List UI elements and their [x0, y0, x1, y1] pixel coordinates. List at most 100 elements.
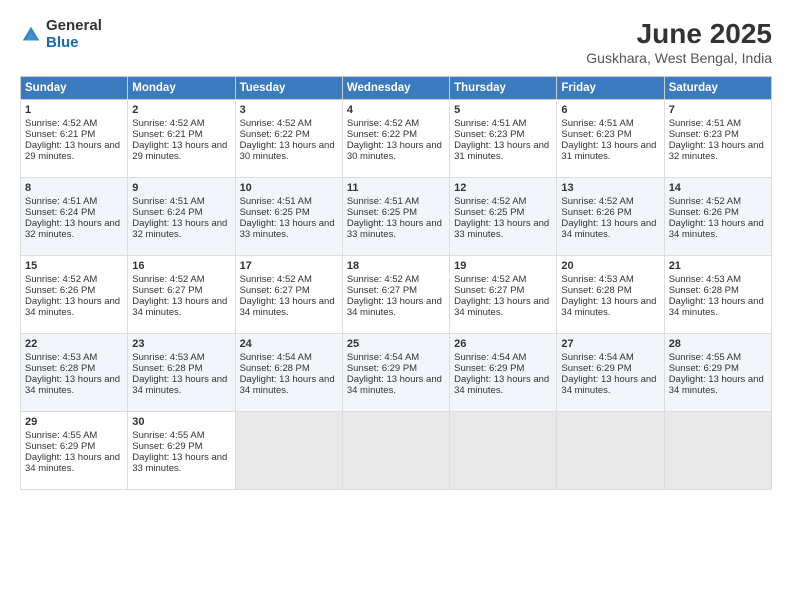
daylight-label: Daylight: 13 hours and 34 minutes.: [25, 452, 120, 474]
cell-3-3: 17Sunrise: 4:52 AMSunset: 6:27 PMDayligh…: [235, 256, 342, 334]
day-number: 5: [454, 104, 552, 116]
day-number: 6: [561, 104, 659, 116]
cell-4-5: 26Sunrise: 4:54 AMSunset: 6:29 PMDayligh…: [450, 334, 557, 412]
day-number: 25: [347, 338, 445, 350]
sunset-label: Sunset: 6:27 PM: [132, 285, 202, 296]
daylight-label: Daylight: 13 hours and 34 minutes.: [561, 296, 656, 318]
cell-1-7: 7Sunrise: 4:51 AMSunset: 6:23 PMDaylight…: [664, 100, 771, 178]
sunset-label: Sunset: 6:27 PM: [454, 285, 524, 296]
daylight-label: Daylight: 13 hours and 30 minutes.: [240, 140, 335, 162]
daylight-label: Daylight: 13 hours and 34 minutes.: [240, 374, 335, 396]
cell-1-5: 5Sunrise: 4:51 AMSunset: 6:23 PMDaylight…: [450, 100, 557, 178]
sunrise-label: Sunrise: 4:52 AM: [25, 274, 97, 285]
sunrise-label: Sunrise: 4:51 AM: [347, 196, 419, 207]
sunset-label: Sunset: 6:27 PM: [347, 285, 417, 296]
day-number: 14: [669, 182, 767, 194]
sunrise-label: Sunrise: 4:52 AM: [454, 196, 526, 207]
daylight-label: Daylight: 13 hours and 30 minutes.: [347, 140, 442, 162]
sunset-label: Sunset: 6:21 PM: [25, 129, 95, 140]
col-wednesday: Wednesday: [342, 77, 449, 100]
header-row: Sunday Monday Tuesday Wednesday Thursday…: [21, 77, 772, 100]
week-row-5: 29Sunrise: 4:55 AMSunset: 6:29 PMDayligh…: [21, 412, 772, 490]
sunset-label: Sunset: 6:29 PM: [132, 441, 202, 452]
sunset-label: Sunset: 6:29 PM: [561, 363, 631, 374]
day-number: 30: [132, 416, 230, 428]
col-monday: Monday: [128, 77, 235, 100]
col-friday: Friday: [557, 77, 664, 100]
daylight-label: Daylight: 13 hours and 34 minutes.: [669, 374, 764, 396]
daylight-label: Daylight: 13 hours and 34 minutes.: [669, 296, 764, 318]
sunset-label: Sunset: 6:22 PM: [347, 129, 417, 140]
cell-4-4: 25 Sunrise: 4:54 AMSunset: 6:29 PMDayligh…: [342, 334, 449, 412]
sunrise-label: Sunrise: 4:51 AM: [132, 196, 204, 207]
calendar-table: Sunday Monday Tuesday Wednesday Thursday…: [20, 76, 772, 490]
sunset-label: Sunset: 6:29 PM: [25, 441, 95, 452]
cell-2-1: 8Sunrise: 4:51 AMSunset: 6:24 PMDaylight…: [21, 178, 128, 256]
sunrise-label: Sunrise: 4:55 AM: [132, 430, 204, 441]
day-number: 15: [25, 260, 123, 272]
page: General Blue June 2025 Guskhara, West Be…: [0, 0, 792, 612]
day-number: 17: [240, 260, 338, 272]
day-number: 13: [561, 182, 659, 194]
sunset-label: Sunset: 6:26 PM: [669, 207, 739, 218]
col-tuesday: Tuesday: [235, 77, 342, 100]
col-saturday: Saturday: [664, 77, 771, 100]
daylight-label: Daylight: 13 hours and 34 minutes.: [561, 374, 656, 396]
sunrise-label: Sunrise: 4:54 AM: [454, 352, 526, 363]
cell-5-7: [664, 412, 771, 490]
sunrise-label: Sunrise: 4:54 AM: [347, 352, 419, 363]
cell-4-1: 22 Sunrise: 4:53 AMSunset: 6:28 PMDayligh…: [21, 334, 128, 412]
daylight-label: Daylight: 13 hours and 34 minutes.: [347, 374, 442, 396]
sunset-label: Sunset: 6:28 PM: [25, 363, 95, 374]
cell-5-1: 29Sunrise: 4:55 AMSunset: 6:29 PMDayligh…: [21, 412, 128, 490]
daylight-label: Daylight: 13 hours and 34 minutes.: [132, 374, 227, 396]
sunset-label: Sunset: 6:26 PM: [561, 207, 631, 218]
cell-3-1: 15Sunrise: 4:52 AMSunset: 6:26 PMDayligh…: [21, 256, 128, 334]
sunset-label: Sunset: 6:23 PM: [561, 129, 631, 140]
cell-3-2: 16Sunrise: 4:52 AMSunset: 6:27 PMDayligh…: [128, 256, 235, 334]
sunset-label: Sunset: 6:29 PM: [347, 363, 417, 374]
sunrise-label: Sunrise: 4:53 AM: [25, 352, 97, 363]
sunrise-label: Sunrise: 4:55 AM: [669, 352, 741, 363]
cell-1-3: 3Sunrise: 4:52 AMSunset: 6:22 PMDaylight…: [235, 100, 342, 178]
cell-5-2: 30Sunrise: 4:55 AMSunset: 6:29 PMDayligh…: [128, 412, 235, 490]
sunset-label: Sunset: 6:26 PM: [25, 285, 95, 296]
day-number: 7: [669, 104, 767, 116]
cell-2-4: 11Sunrise: 4:51 AMSunset: 6:25 PMDayligh…: [342, 178, 449, 256]
day-number: 22: [25, 338, 123, 350]
cell-1-2: 2Sunrise: 4:52 AMSunset: 6:21 PMDaylight…: [128, 100, 235, 178]
sunrise-label: Sunrise: 4:52 AM: [347, 118, 419, 129]
daylight-label: Daylight: 13 hours and 34 minutes.: [347, 296, 442, 318]
week-row-2: 8Sunrise: 4:51 AMSunset: 6:24 PMDaylight…: [21, 178, 772, 256]
week-row-4: 22Sunrise: 4:53 AMSunset: 6:28 PMDayligh…: [21, 334, 772, 412]
day-number: 20: [561, 260, 659, 272]
sunrise-label: Sunrise: 4:52 AM: [25, 118, 97, 129]
daylight-label: Daylight: 13 hours and 31 minutes.: [454, 140, 549, 162]
sunset-label: Sunset: 6:25 PM: [240, 207, 310, 218]
sunset-label: Sunset: 6:27 PM: [240, 285, 310, 296]
sunrise-label: Sunrise: 4:54 AM: [240, 352, 312, 363]
day-number: 27: [561, 338, 659, 350]
cell-4-7: 28Sunrise: 4:55 AMSunset: 6:29 PMDayligh…: [664, 334, 771, 412]
day-number: 12: [454, 182, 552, 194]
sunset-label: Sunset: 6:28 PM: [561, 285, 631, 296]
sunrise-label: Sunrise: 4:52 AM: [454, 274, 526, 285]
sunrise-label: Sunrise: 4:54 AM: [561, 352, 633, 363]
cell-2-5: 12Sunrise: 4:52 AMSunset: 6:25 PMDayligh…: [450, 178, 557, 256]
day-number: 1: [25, 104, 123, 116]
daylight-label: Daylight: 13 hours and 34 minutes.: [454, 374, 549, 396]
daylight-label: Daylight: 13 hours and 34 minutes.: [132, 296, 227, 318]
logo-general-label: General: [46, 18, 102, 35]
cell-2-6: 13Sunrise: 4:52 AMSunset: 6:26 PMDayligh…: [557, 178, 664, 256]
sunset-label: Sunset: 6:28 PM: [240, 363, 310, 374]
daylight-label: Daylight: 13 hours and 33 minutes.: [454, 218, 549, 240]
daylight-label: Daylight: 13 hours and 34 minutes.: [25, 374, 120, 396]
sunrise-label: Sunrise: 4:52 AM: [561, 196, 633, 207]
sunset-label: Sunset: 6:21 PM: [132, 129, 202, 140]
cell-2-7: 14Sunrise: 4:52 AMSunset: 6:26 PMDayligh…: [664, 178, 771, 256]
cell-5-3: [235, 412, 342, 490]
sunrise-label: Sunrise: 4:51 AM: [669, 118, 741, 129]
cell-2-3: 10Sunrise: 4:51 AMSunset: 6:25 PMDayligh…: [235, 178, 342, 256]
day-number: 4: [347, 104, 445, 116]
subtitle: Guskhara, West Bengal, India: [586, 50, 772, 66]
